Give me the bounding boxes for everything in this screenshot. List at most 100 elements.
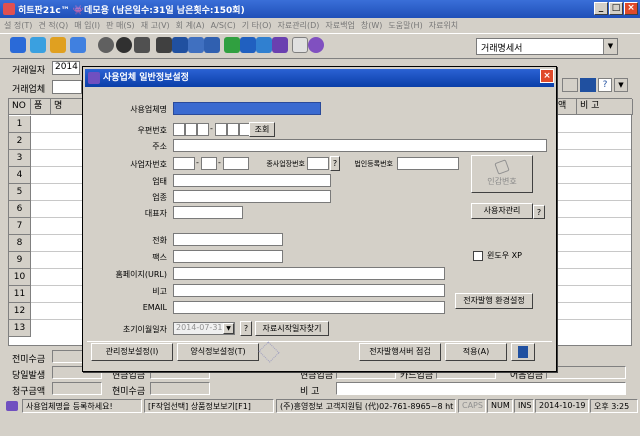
dropdown-icon[interactable]: ▼	[614, 78, 628, 92]
gear-icon[interactable]	[10, 37, 26, 53]
exit-button[interactable]	[511, 343, 535, 361]
corp-number-input[interactable]	[397, 157, 459, 170]
fax-input[interactable]	[173, 250, 283, 263]
home-icon[interactable]	[224, 37, 240, 53]
biz-number-input-1[interactable]	[173, 157, 195, 170]
sub-biz-number-input[interactable]	[307, 157, 329, 170]
ceo-input[interactable]	[173, 206, 243, 219]
help-icon[interactable]: ?	[598, 78, 612, 92]
e-env-button[interactable]: 전자발행 환경설정	[455, 293, 533, 309]
app-title: 히트판21c™ 👾데모용 (남은일수:31일 남은횟수:150회)	[18, 5, 245, 16]
menu-accounting[interactable]: 회 계(A)	[176, 20, 205, 31]
company-name-input[interactable]	[173, 102, 321, 115]
window-xp-checkbox[interactable]	[473, 251, 483, 261]
rabbit-icon[interactable]	[292, 37, 308, 53]
doc-type-combo[interactable]: 거래명세서 ▼	[476, 38, 618, 55]
postal-code-input-3[interactable]	[197, 123, 209, 136]
menu-data-manage[interactable]: 자료관리(D)	[278, 20, 320, 31]
dialog-close-button[interactable]: ×	[540, 69, 554, 83]
postal-code-input-4[interactable]	[215, 123, 227, 136]
menu-purchase[interactable]: 매 입(I)	[74, 20, 100, 31]
fax-label: 팩스	[152, 253, 167, 262]
print-icon[interactable]	[562, 78, 578, 92]
row-number[interactable]: 2	[9, 133, 31, 150]
carryover-help-button[interactable]: ?	[240, 321, 252, 336]
remark-input[interactable]	[173, 284, 445, 297]
menu-backup[interactable]: 자료백업	[325, 20, 354, 31]
email-input[interactable]	[173, 301, 445, 314]
chart-icon[interactable]	[50, 37, 66, 53]
calculator-icon[interactable]	[156, 37, 172, 53]
search-button[interactable]: 조회	[249, 122, 275, 137]
grid-header-no: NO	[9, 99, 31, 115]
data-start-button[interactable]: 자료시작일자찾기	[255, 321, 329, 336]
postal-code-input-2[interactable]	[185, 123, 197, 136]
outstanding-field[interactable]	[150, 382, 210, 395]
sub-biz-help-button[interactable]: ?	[330, 156, 340, 171]
user-manage-help-button[interactable]: ?	[533, 205, 545, 219]
bank-field[interactable]	[546, 366, 626, 379]
chevron-down-icon[interactable]: ▼	[603, 39, 617, 54]
users-icon[interactable]	[70, 37, 86, 53]
row-number[interactable]: 3	[9, 150, 31, 167]
postal-code-input-1[interactable]	[173, 123, 185, 136]
report-icon[interactable]	[204, 37, 220, 53]
postal-code-input-5[interactable]	[227, 123, 239, 136]
terminal-icon[interactable]	[134, 37, 150, 53]
seal-button-label: 인감변호	[487, 177, 517, 186]
edit-icon[interactable]	[240, 37, 256, 53]
user-manage-button[interactable]: 사용자관리	[471, 203, 533, 219]
status-ins: INS	[514, 399, 534, 413]
menu-help[interactable]: 도움말(H)	[388, 20, 422, 31]
version-icon[interactable]	[308, 37, 324, 53]
menu-sales[interactable]: 판 매(S)	[106, 20, 135, 31]
menu-etc[interactable]: 기 타(O)	[242, 20, 272, 31]
row-number[interactable]: 5	[9, 184, 31, 201]
box-icon[interactable]	[256, 37, 272, 53]
row-number[interactable]: 7	[9, 218, 31, 235]
save-icon[interactable]	[580, 78, 596, 92]
row-number[interactable]: 4	[9, 167, 31, 184]
clock-icon[interactable]	[116, 37, 132, 53]
address-input[interactable]	[173, 139, 547, 152]
phone-input[interactable]	[173, 233, 283, 246]
status-message: 사용업체명을 등록하세요!	[22, 399, 142, 413]
row-number[interactable]: 1	[9, 116, 31, 133]
menu-estimate[interactable]: 견 적(Q)	[38, 20, 68, 31]
apply-button[interactable]: 적용(A)	[445, 343, 507, 361]
homepage-input[interactable]	[173, 267, 445, 280]
book-icon[interactable]	[272, 37, 288, 53]
form-info-button[interactable]: 양식정보설정(T)	[177, 343, 259, 361]
disc-icon[interactable]	[98, 37, 114, 53]
biz-number-input-2[interactable]	[201, 157, 217, 170]
maximize-button[interactable]: □	[609, 2, 623, 15]
menu-data-location[interactable]: 자료위치	[429, 20, 458, 31]
minimize-button[interactable]: _	[594, 2, 608, 15]
biz-number-input-3[interactable]	[223, 157, 249, 170]
row-number[interactable]: 11	[9, 286, 31, 303]
manage-info-button[interactable]: 관리정보설정(I)	[91, 343, 173, 361]
globe-icon[interactable]	[30, 37, 46, 53]
row-number[interactable]: 9	[9, 252, 31, 269]
status-company: (주)흥영정보 고객지원팀 (代)02-761-8965~8 ht	[276, 399, 456, 413]
trade-company-field[interactable]	[52, 80, 82, 94]
charge-amount-field[interactable]	[52, 382, 102, 395]
menu-settings[interactable]: 설 정(T)	[4, 20, 32, 31]
biz-item-input[interactable]	[173, 190, 331, 203]
biz-type-input[interactable]	[173, 174, 331, 187]
document-icon[interactable]	[188, 37, 204, 53]
row-number[interactable]: 6	[9, 201, 31, 218]
grid-icon[interactable]	[172, 37, 188, 53]
chevron-down-icon[interactable]: ▼	[223, 323, 234, 334]
menu-as[interactable]: A/S(C)	[211, 21, 236, 30]
remark-field[interactable]	[336, 382, 626, 395]
e-server-check-button[interactable]: 전자발행서버 점검	[359, 343, 441, 361]
row-number[interactable]: 10	[9, 269, 31, 286]
menu-window[interactable]: 창(W)	[361, 20, 383, 31]
trade-date-field[interactable]: 2014	[52, 61, 80, 75]
row-number[interactable]: 8	[9, 235, 31, 252]
menu-stock[interactable]: 재 고(V)	[141, 20, 170, 31]
row-number[interactable]: 12	[9, 303, 31, 320]
close-button[interactable]: ×	[624, 2, 638, 15]
row-number[interactable]: 13	[9, 320, 31, 337]
